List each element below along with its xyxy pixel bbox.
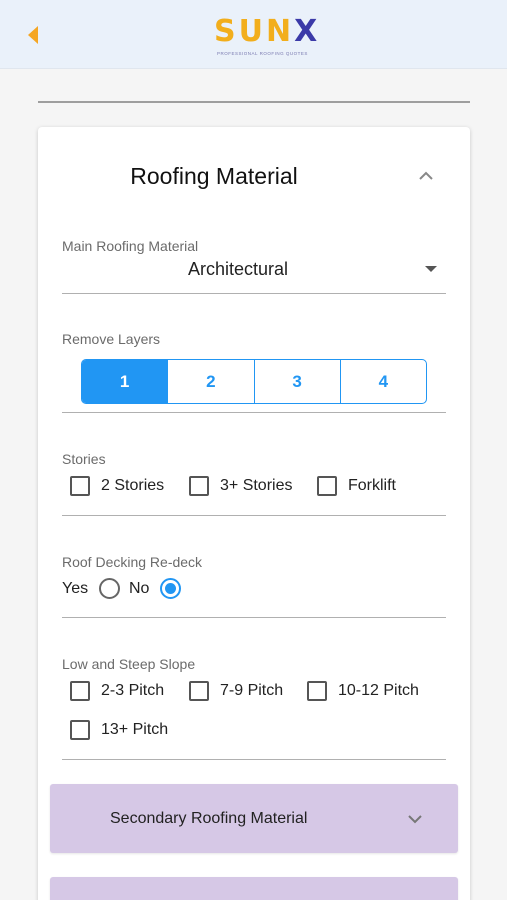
logo-tagline: PROFESSIONAL ROOFING QUOTES xyxy=(217,51,308,56)
layer-option-1[interactable]: 1 xyxy=(82,360,169,403)
layer-option-3[interactable]: 3 xyxy=(255,360,341,403)
checkbox-label: 2-3 Pitch xyxy=(101,682,165,699)
stories-label: Stories xyxy=(62,451,106,467)
divider xyxy=(62,293,446,294)
remove-layers-toggle: 1 2 3 4 xyxy=(81,359,427,404)
checkbox[interactable] xyxy=(189,476,209,496)
checkbox-label: 13+ Pitch xyxy=(101,721,169,738)
accordion-title: Secondary Roofing Material xyxy=(110,810,308,827)
chevron-up-icon[interactable] xyxy=(416,168,436,184)
dropdown-arrow-icon[interactable] xyxy=(424,265,438,273)
top-divider xyxy=(38,101,470,103)
checkbox-label: 2 Stories xyxy=(101,477,165,494)
divider xyxy=(62,412,446,413)
pitch-option-10-12: 10-12 Pitch xyxy=(307,681,419,701)
checkbox[interactable] xyxy=(70,476,90,496)
back-button[interactable] xyxy=(22,22,46,48)
checkbox[interactable] xyxy=(189,681,209,701)
pitch-option-2-3: 2-3 Pitch xyxy=(70,681,164,701)
divider xyxy=(62,617,446,618)
redeck-yes-label: Yes xyxy=(62,580,89,597)
section-title: Roofing Material xyxy=(130,163,298,189)
stories-option-2: 2 Stories xyxy=(70,476,164,496)
checkbox-label: 3+ Stories xyxy=(220,477,293,494)
checkbox-label: 7-9 Pitch xyxy=(220,682,284,699)
remove-layers-label: Remove Layers xyxy=(62,331,161,347)
chevron-down-icon xyxy=(408,815,422,824)
layer-option-4[interactable]: 4 xyxy=(341,360,426,403)
pitch-option-7-9: 7-9 Pitch xyxy=(189,681,283,701)
secondary-material-accordion[interactable]: Secondary Roofing Material xyxy=(50,784,458,853)
slope-label: Low and Steep Slope xyxy=(62,656,196,672)
sunx-logo: SUNX PROFESSIONAL ROOFING QUOTES xyxy=(214,14,358,58)
layer-option-2[interactable]: 2 xyxy=(168,360,255,403)
redeck-yes-radio[interactable] xyxy=(99,578,120,599)
divider xyxy=(62,759,446,760)
checkbox[interactable] xyxy=(307,681,327,701)
redeck-no-radio[interactable] xyxy=(160,578,181,599)
logo-wordmark: SUNX xyxy=(214,14,321,49)
checkbox[interactable] xyxy=(70,720,90,740)
stories-option-forklift: Forklift xyxy=(317,476,396,496)
app-header: SUNX PROFESSIONAL ROOFING QUOTES xyxy=(0,0,507,69)
back-arrow-icon xyxy=(28,26,38,44)
pitch-option-13plus: 13+ Pitch xyxy=(70,720,168,740)
main-material-value: Architectural xyxy=(187,259,289,279)
checkbox[interactable] xyxy=(70,681,90,701)
next-section-accordion[interactable] xyxy=(50,877,458,900)
checkbox-label: 10-12 Pitch xyxy=(338,682,419,699)
checkbox[interactable] xyxy=(317,476,337,496)
checkbox-label: Forklift xyxy=(348,477,396,494)
stories-option-3plus: 3+ Stories xyxy=(189,476,292,496)
redeck-no-label: No xyxy=(129,580,150,597)
redeck-label: Roof Decking Re-deck xyxy=(62,554,203,570)
divider xyxy=(62,515,446,516)
